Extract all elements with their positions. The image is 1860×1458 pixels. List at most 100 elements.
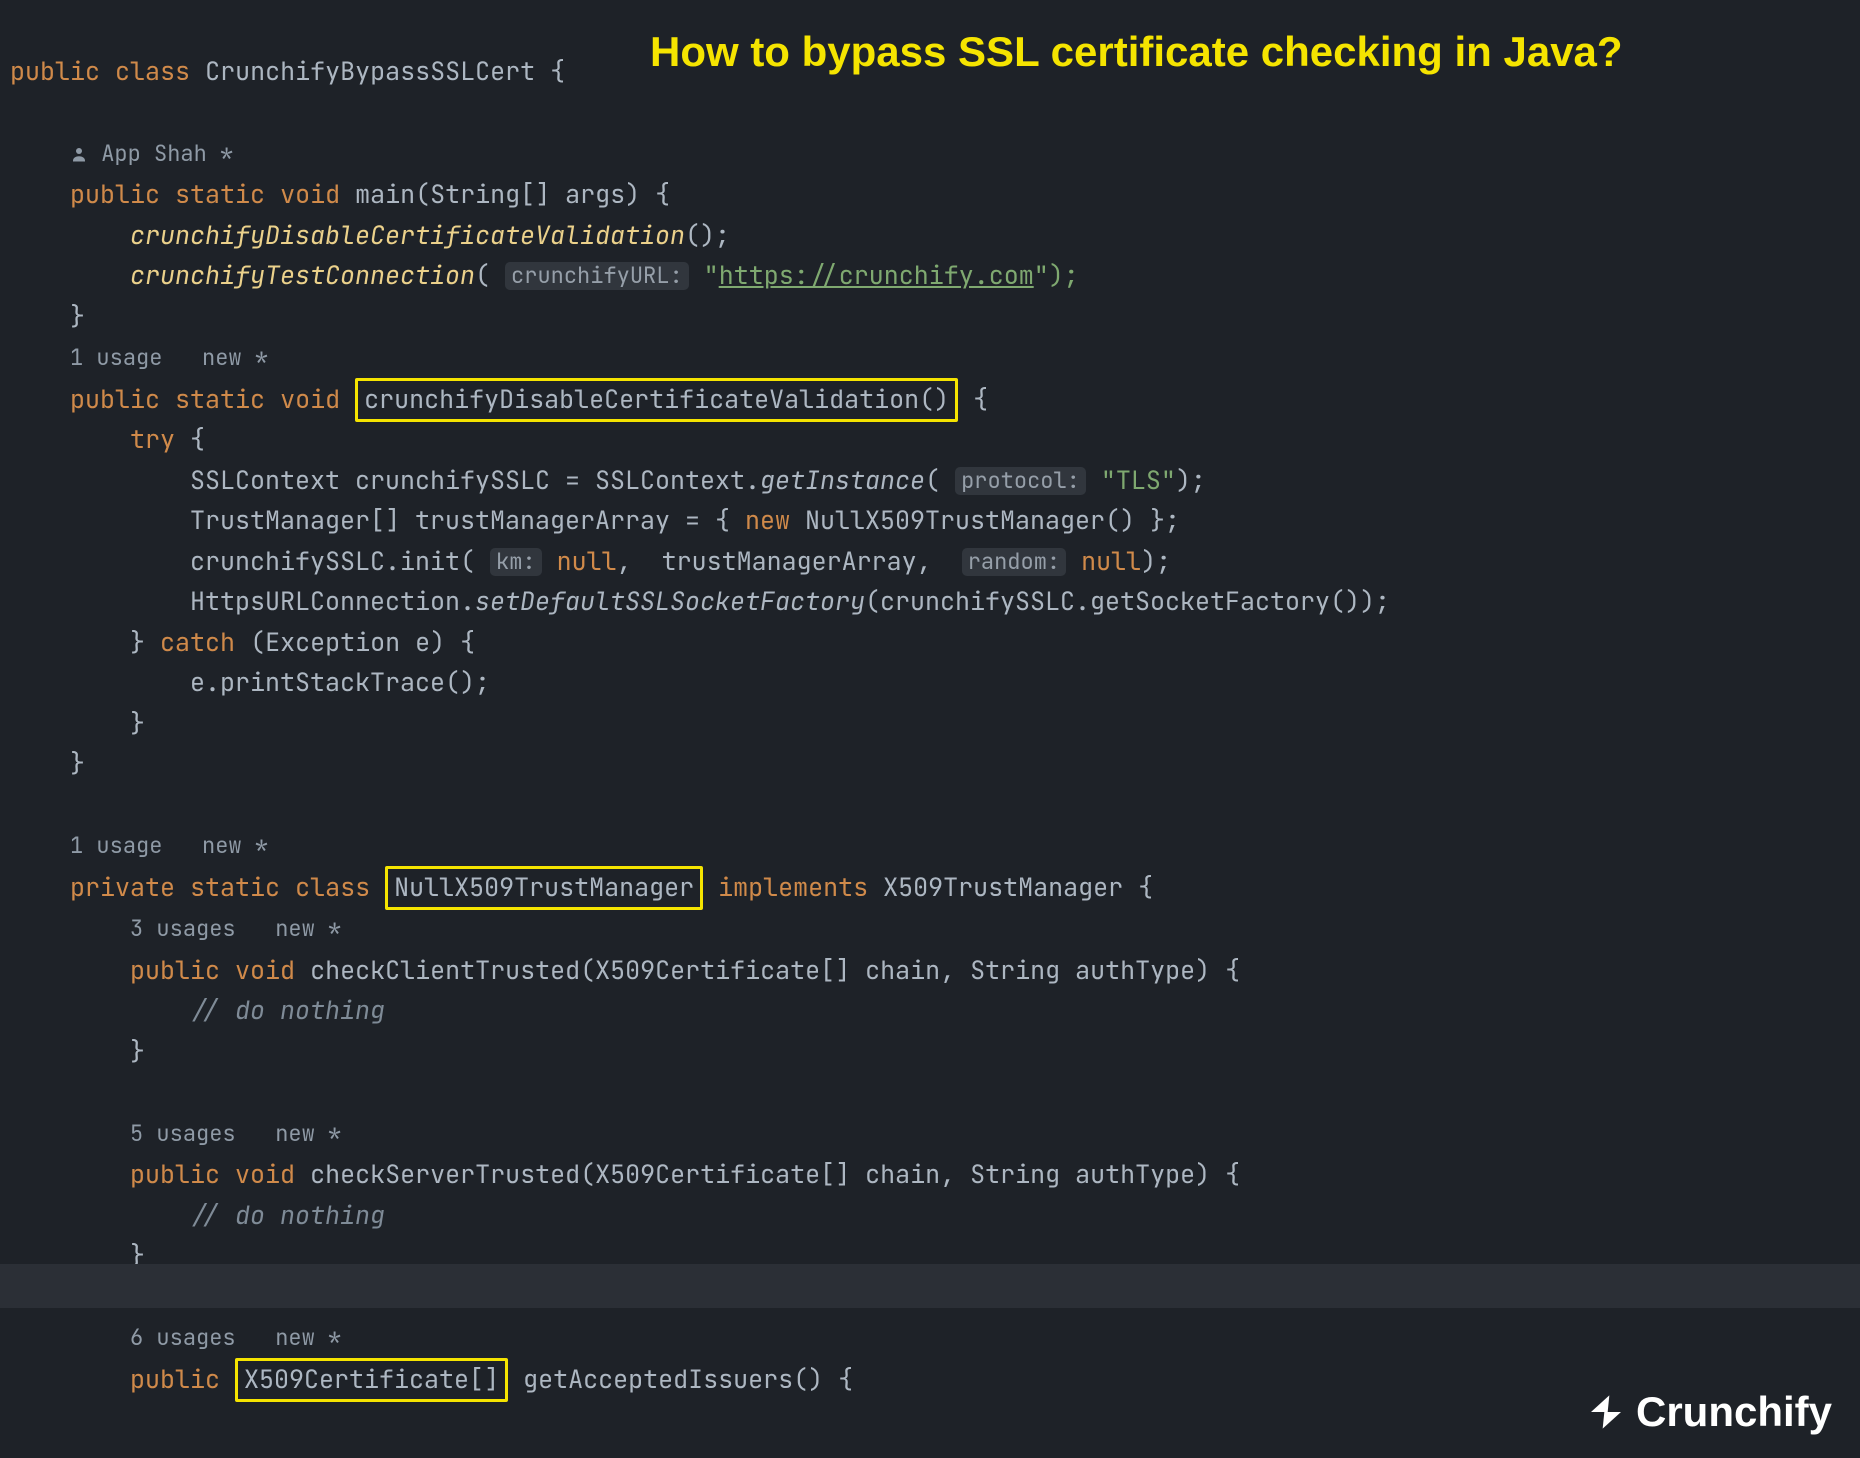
url-link[interactable]: https://crunchify.com (719, 258, 1034, 292)
call-disable: crunchifyDisableCertificateValidation (130, 218, 685, 252)
usage-hint[interactable]: 3 usages new * (130, 914, 341, 943)
cct-name: checkClientTrusted (310, 953, 580, 987)
null1: null (557, 544, 617, 578)
line-cct: public void checkClientTrusted(X509Certi… (10, 953, 1240, 987)
kw-public: public (130, 1157, 220, 1191)
kw-static: static (190, 870, 280, 904)
brace-close: } (130, 1034, 145, 1068)
kw-void: void (235, 1157, 295, 1191)
line-main-call2: crunchifyTestConnection( crunchifyURL: "… (10, 258, 1079, 292)
gai-ret: X509Certificate[] (244, 1362, 499, 1396)
usage-hint[interactable]: 5 usages new * (130, 1119, 341, 1148)
line-hint-2: 1 usage new * (10, 827, 268, 861)
kw-catch: catch (160, 625, 235, 659)
end: ); (1176, 463, 1206, 497)
init-left: crunchifySSLC.init( (190, 544, 490, 578)
overlay-title: How to bypass SSL certificate checking i… (650, 28, 1623, 76)
class-name: CrunchifyBypassSSLCert (205, 54, 535, 88)
kw-void: void (280, 177, 340, 211)
line-gai: public X509Certificate[] getAcceptedIssu… (10, 1358, 853, 1402)
end: ); (1141, 544, 1171, 578)
kw-public: public (70, 382, 160, 416)
tm-left: TrustManager[] trustManagerArray = { (190, 503, 745, 537)
paren: ( (925, 463, 955, 497)
kw-class: class (115, 54, 190, 88)
line-cst: public void checkServerTrusted(X509Certi… (10, 1157, 1240, 1191)
crunchify-logo: Crunchify (1586, 1388, 1832, 1436)
main-name: main (355, 177, 415, 211)
brace-close: } (130, 706, 145, 740)
usage-hint[interactable]: 6 usages new * (130, 1323, 341, 1352)
blank (10, 1074, 25, 1108)
line-main-call1: crunchifyDisableCertificateValidation(); (10, 218, 730, 252)
line-author: App Shah * (10, 135, 233, 169)
kw-class: class (295, 870, 370, 904)
author-icon (70, 145, 88, 163)
line-catch-close: } (10, 706, 145, 740)
kw-try: try (130, 422, 175, 456)
brace: { (175, 422, 205, 456)
line-tm: TrustManager[] trustManagerArray = { new… (10, 503, 1180, 537)
str-open: " (704, 258, 719, 292)
line-method2-close: } (10, 746, 85, 780)
brace: { (550, 54, 565, 88)
https-left: HttpsURLConnection. (190, 584, 475, 618)
current-line-highlight (0, 1264, 1860, 1308)
brace-close: } (130, 625, 145, 659)
line-print: e.printStackTrace(); (10, 665, 490, 699)
main-args: (String[] args) { (415, 177, 670, 211)
usage-hint[interactable]: 1 usage new * (70, 343, 268, 372)
line-cst-cmt: // do nothing (10, 1198, 385, 1232)
init-mid: , trustManagerArray, (617, 544, 962, 578)
line-1: public class CrunchifyBypassSSLCert { (10, 54, 565, 88)
kw-void: void (280, 382, 340, 416)
kw-public: public (130, 953, 220, 987)
blank (10, 787, 25, 821)
tm-right: NullX509TrustManager() }; (790, 503, 1180, 537)
str-tls: "TLS" (1101, 463, 1176, 497)
usage-hint[interactable]: 1 usage new * (70, 831, 268, 860)
getinstance: getInstance (760, 463, 925, 497)
author-text: App Shah * (101, 139, 233, 168)
hint-km: km: (490, 548, 542, 576)
kw-static: static (175, 177, 265, 211)
comment: // do nothing (190, 993, 385, 1027)
line-hint-6: 6 usages new * (10, 1319, 341, 1353)
str-close: "); (1034, 258, 1079, 292)
line-hint-5: 5 usages new * (10, 1115, 341, 1149)
code-editor[interactable]: public class CrunchifyBypassSSLCert { Ap… (0, 0, 1860, 1399)
line-main-close: } (10, 299, 85, 333)
sslctx-left: SSLContext crunchifySSLC = SSLContext. (190, 463, 760, 497)
kw-static: static (175, 382, 265, 416)
null2: null (1081, 544, 1141, 578)
crunchify-logo-icon (1586, 1392, 1626, 1432)
inner-iface: X509TrustManager { (883, 870, 1153, 904)
kw-void: void (235, 953, 295, 987)
method2-name: crunchifyDisableCertificateValidation() (364, 382, 949, 416)
line-cct-close: } (10, 1034, 145, 1068)
call-disable-paren: (); (685, 218, 730, 252)
kw-public: public (70, 177, 160, 211)
line-https: HttpsURLConnection.setDefaultSSLSocketFa… (10, 584, 1390, 618)
brace: { (958, 382, 988, 416)
hint-random: random: (962, 548, 1066, 576)
brace-close: } (70, 746, 85, 780)
gai-name: getAcceptedIssuers (523, 1362, 793, 1396)
highlight-innerclass: NullX509TrustManager (385, 866, 703, 910)
innerclass-name: NullX509TrustManager (394, 870, 694, 904)
line-sslctx: SSLContext crunchifySSLC = SSLContext.ge… (10, 463, 1206, 497)
cct-args: (X509Certificate[] chain, String authTyp… (580, 953, 1240, 987)
https-right: (crunchifySSLC.getSocketFactory()); (865, 584, 1390, 618)
line-main-sig: public static void main(String[] args) { (10, 177, 670, 211)
printstack: e.printStackTrace(); (190, 665, 490, 699)
kw-public: public (10, 54, 100, 88)
line-hint-1: 1 usage new * (10, 339, 268, 373)
line-hint-3: 3 usages new * (10, 910, 341, 944)
line-cct-cmt: // do nothing (10, 993, 385, 1027)
brace-close: } (70, 299, 85, 333)
catch-sig: (Exception e) { (235, 625, 475, 659)
gai-end: () { (793, 1362, 853, 1396)
line-catch: } catch (Exception e) { (10, 625, 475, 659)
line-method2-sig: public static void crunchifyDisableCerti… (10, 378, 988, 422)
setdefault: setDefaultSSLSocketFactory (475, 584, 865, 618)
